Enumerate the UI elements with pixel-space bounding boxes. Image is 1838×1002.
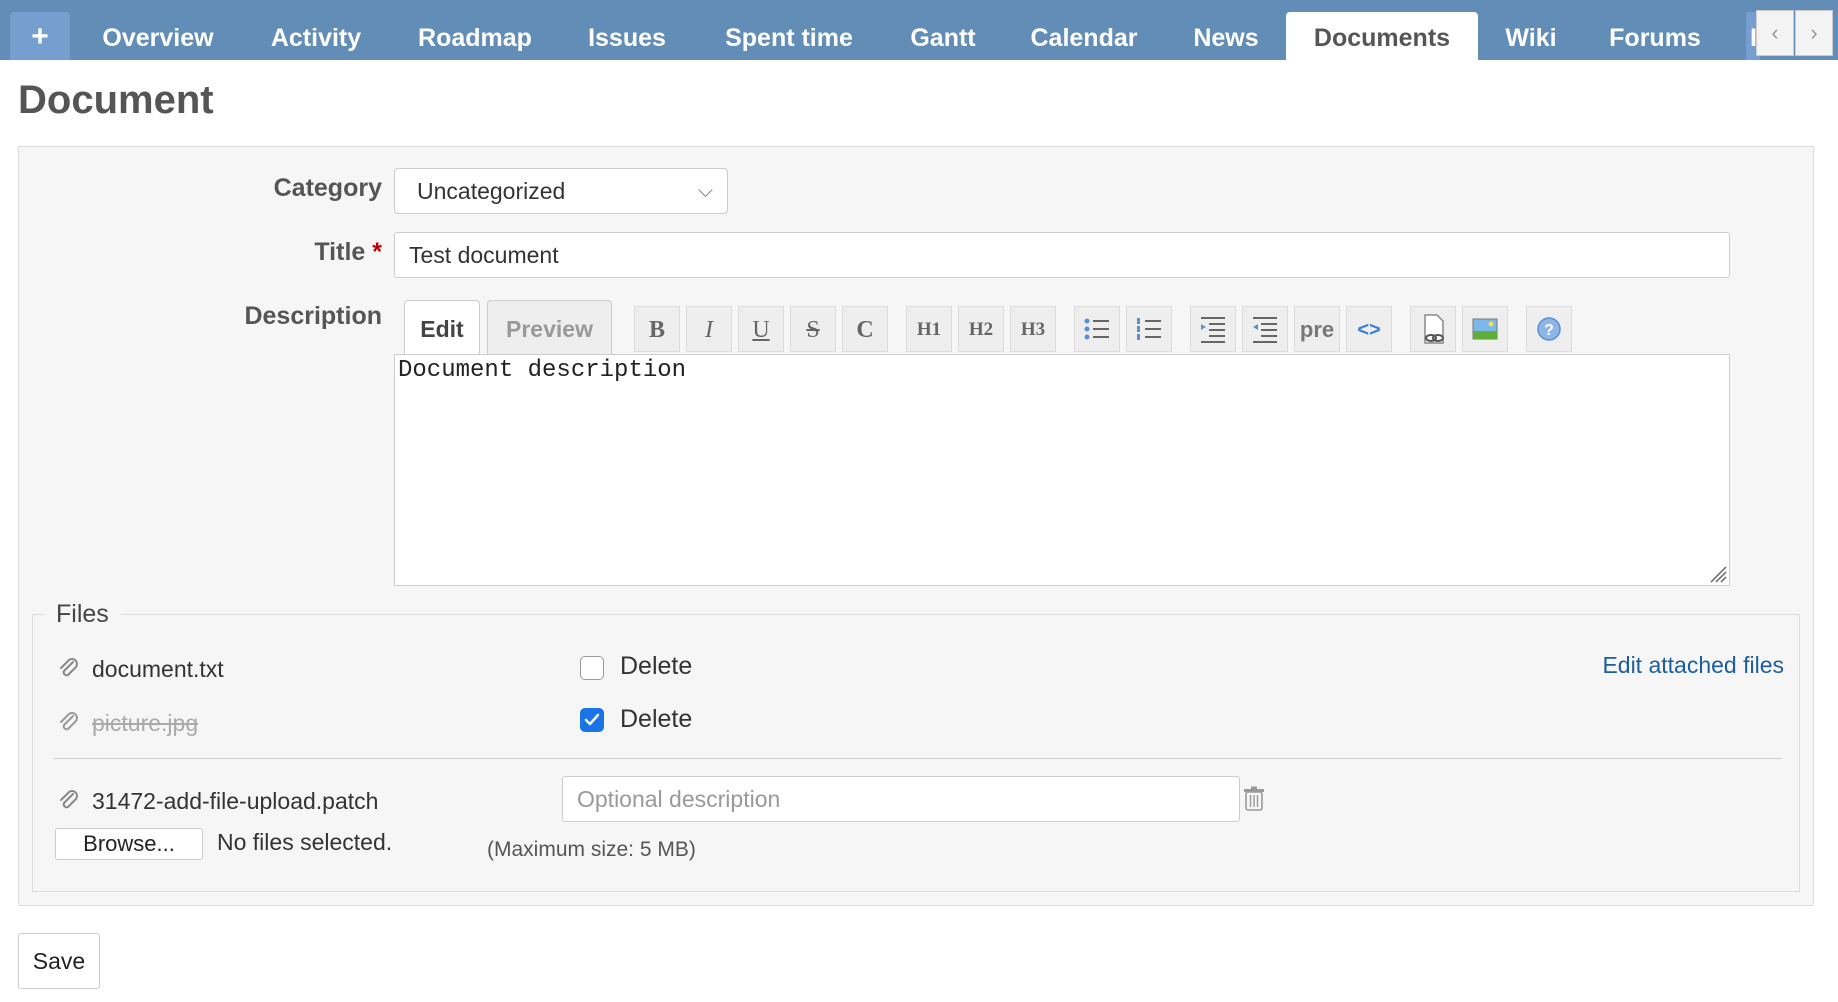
image-icon xyxy=(1472,318,1498,340)
category-value: Uncategorized xyxy=(417,178,566,204)
highlighted-code-button[interactable]: <> xyxy=(1346,306,1392,352)
required-mark: * xyxy=(372,238,382,266)
edit-attached-files-link[interactable]: Edit attached files xyxy=(1602,652,1784,679)
image-button[interactable] xyxy=(1462,306,1508,352)
browse-button[interactable]: Browse... xyxy=(55,828,203,860)
help-button[interactable]: ? xyxy=(1526,306,1572,352)
max-size-text: (Maximum size: 5 MB) xyxy=(487,838,696,861)
tab-calendar[interactable]: Calendar xyxy=(1006,12,1162,60)
delete-label[interactable]: Delete xyxy=(620,652,692,681)
tab-gantt[interactable]: Gantt xyxy=(886,12,1000,60)
tab-spent-time[interactable]: Spent time xyxy=(698,12,880,60)
italic-button[interactable]: I xyxy=(686,306,732,352)
code-button[interactable]: C xyxy=(842,306,888,352)
blockquote-button[interactable] xyxy=(1190,306,1236,352)
paperclip-icon xyxy=(60,712,78,731)
bold-button[interactable]: B xyxy=(634,306,680,352)
upload-filename: 31472-add-file-upload.patch xyxy=(92,788,379,814)
attachment-name[interactable]: document.txt xyxy=(92,656,224,683)
delete-checkbox[interactable] xyxy=(580,708,604,732)
resize-handle-icon[interactable] xyxy=(1705,561,1727,583)
delete-label[interactable]: Delete xyxy=(620,705,692,734)
files-divider xyxy=(54,758,1782,759)
tab-edit[interactable]: Edit xyxy=(404,300,480,356)
attachment-name[interactable]: picture.jpg xyxy=(92,710,198,737)
chevron-down-icon: ⌵ xyxy=(697,180,713,202)
tab-issues[interactable]: Issues xyxy=(564,12,690,60)
help-icon: ? xyxy=(1537,317,1561,341)
tab-roadmap[interactable]: Roadmap xyxy=(392,12,558,60)
title-label-text: Title xyxy=(314,238,366,266)
heading2-button[interactable]: H2 xyxy=(958,306,1004,352)
heading3-button[interactable]: H3 xyxy=(1010,306,1056,352)
project-menu: + Overview Activity Roadmap Issues Spent… xyxy=(0,0,1838,60)
ordered-list-icon xyxy=(1137,318,1161,340)
indent-icon xyxy=(1201,317,1225,343)
title-label: Title * xyxy=(12,238,382,267)
paperclip-icon xyxy=(60,658,78,677)
upload-description-input[interactable]: Optional description xyxy=(562,776,1240,822)
page-title: Document xyxy=(18,78,214,122)
chevron-left-icon[interactable]: ‹ xyxy=(1756,10,1794,56)
unquote-button[interactable] xyxy=(1242,306,1288,352)
category-select[interactable]: Uncategorized ⌵ xyxy=(394,168,728,214)
heading1-button[interactable]: H1 xyxy=(906,306,952,352)
files-legend: Files xyxy=(44,600,121,629)
strikethrough-button[interactable]: S xyxy=(790,306,836,352)
paperclip-icon xyxy=(60,790,78,809)
trash-icon[interactable] xyxy=(1242,786,1266,812)
no-files-text: No files selected. xyxy=(217,829,393,855)
delete-checkbox[interactable] xyxy=(580,656,604,680)
outdent-icon xyxy=(1253,317,1277,343)
checkmark-icon xyxy=(584,713,600,726)
underline-button[interactable]: U xyxy=(738,306,784,352)
wiki-link-icon xyxy=(1424,314,1444,344)
new-object-tab[interactable]: + xyxy=(10,12,70,60)
description-label: Description xyxy=(244,302,382,330)
description-textarea[interactable]: Document description xyxy=(394,354,1730,586)
tab-overview[interactable]: Overview xyxy=(78,12,238,60)
ordered-list-button[interactable] xyxy=(1126,306,1172,352)
unordered-list-button[interactable] xyxy=(1074,306,1120,352)
save-button[interactable]: Save xyxy=(18,933,100,989)
wiki-link-button[interactable] xyxy=(1410,306,1456,352)
tab-documents[interactable]: Documents xyxy=(1286,12,1478,60)
tab-forums[interactable]: Forums xyxy=(1582,12,1728,60)
title-input[interactable]: Test document xyxy=(394,232,1730,278)
unordered-list-icon xyxy=(1084,318,1109,340)
svg-text:?: ? xyxy=(1544,322,1554,339)
chevron-right-icon[interactable]: › xyxy=(1795,10,1833,56)
category-label: Category xyxy=(273,174,382,202)
tab-news[interactable]: News xyxy=(1170,12,1282,60)
tab-activity[interactable]: Activity xyxy=(244,12,388,60)
tab-preview[interactable]: Preview xyxy=(487,300,612,354)
preformatted-button[interactable]: pre xyxy=(1294,306,1340,352)
tab-wiki[interactable]: Wiki xyxy=(1486,12,1576,60)
